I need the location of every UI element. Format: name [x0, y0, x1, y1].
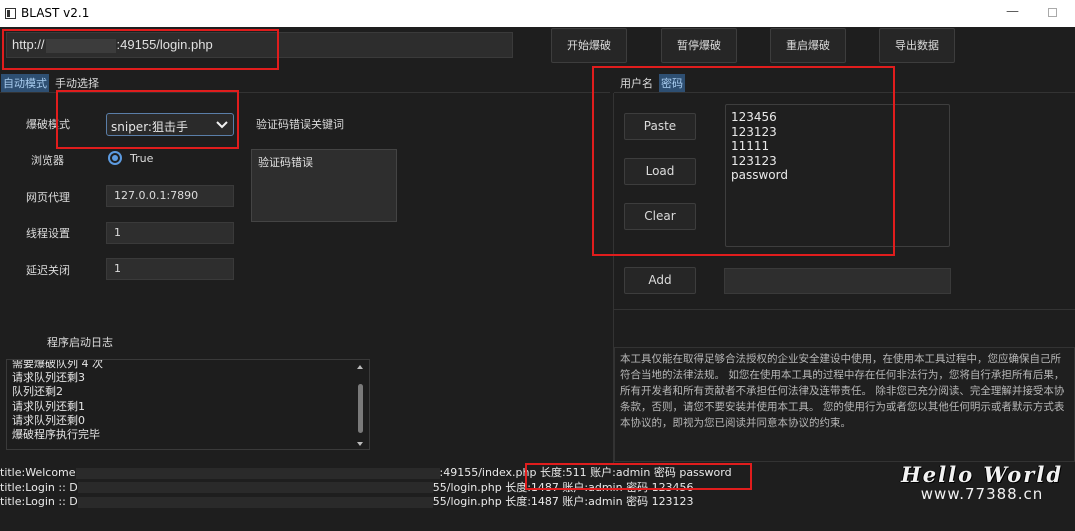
- redacted-block: [77, 482, 433, 493]
- proxy-input[interactable]: 127.0.0.1:7890: [106, 185, 234, 207]
- log-line: 请求队列还剩1: [12, 399, 85, 413]
- result-url: 55/login.php: [432, 480, 502, 494]
- log-line: 爆破程序执行完毕: [12, 428, 100, 442]
- result-url: 55/login.php: [432, 495, 502, 508]
- redacted-block: [77, 496, 433, 508]
- log-line: 请求队列还剩3: [12, 371, 85, 385]
- redacted-block: [75, 467, 440, 479]
- delay-input[interactable]: 1: [106, 258, 234, 280]
- proxy-label: 网页代理: [26, 191, 70, 204]
- result-title: title:Login :: D: [0, 480, 78, 494]
- export-button[interactable]: 导出数据: [879, 28, 955, 63]
- browser-radio[interactable]: [108, 151, 122, 165]
- log-line: 需要爆破队列 4 次: [12, 359, 103, 370]
- add-divider: [614, 309, 1075, 310]
- annotation-url-box: [2, 29, 279, 70]
- log-lines: 需要爆破队列 4 次 请求队列还剩3 队列还剩2 请求队列还剩1 请求队列还剩0…: [12, 359, 103, 442]
- threads-input[interactable]: 1: [106, 222, 234, 244]
- scroll-up-icon[interactable]: [357, 365, 363, 369]
- disclaimer-line: 所有开发者和所有贡献者不承担任何法律及连带责任。 除非您已充分阅读、完全理解并接…: [620, 385, 1065, 397]
- log-scrollbar[interactable]: [356, 365, 365, 446]
- minimize-icon[interactable]: —: [1006, 4, 1019, 19]
- threads-label: 线程设置: [26, 227, 70, 240]
- delay-label: 延迟关闭: [26, 264, 70, 277]
- browser-label: 浏览器: [31, 154, 64, 167]
- app-icon: [5, 8, 16, 19]
- disclaimer-text: 本工具仅能在取得足够合法授权的企业安全建设中使用，在使用本工具过程中，您应确保自…: [614, 347, 1075, 462]
- annotation-mode-box: [56, 90, 239, 149]
- disclaimer-line: 符合当地的法律法规。 如您在使用本工具的过程中存在任何非法行为，您将自行承担所有…: [620, 369, 1065, 381]
- tab-auto[interactable]: 自动模式: [1, 74, 49, 92]
- disclaimer-line: 本协议的，即视为您已阅读并同意本协议的约束。: [620, 417, 851, 429]
- restart-button[interactable]: 重启爆破: [770, 28, 846, 63]
- watermark-title: Hello World: [900, 462, 1064, 487]
- pause-button[interactable]: 暂停爆破: [661, 28, 737, 63]
- maximize-icon[interactable]: [1048, 8, 1057, 17]
- disclaimer-line: 条款，否则，请您不要安装并使用本工具。 您的使用行为或者您以其他任何明示或者默示…: [620, 401, 1065, 413]
- scroll-thumb[interactable]: [358, 384, 363, 433]
- title-bar: BLAST v2.1 —: [0, 0, 1075, 27]
- browser-value: True: [130, 152, 154, 165]
- result-detail: 长度:1487 账户:admin 密码 123123: [505, 495, 694, 508]
- result-row: title:Login :: D 55/login.php 长度:1487 账户:…: [0, 495, 732, 510]
- captcha-keyword-input[interactable]: 验证码错误: [251, 149, 397, 222]
- result-url: :49155/index.php: [439, 466, 537, 479]
- annotation-result-box: [525, 463, 752, 490]
- captcha-keyword-label: 验证码错误关键词: [256, 118, 344, 131]
- watermark-url: www.77388.cn: [920, 485, 1044, 503]
- log-title: 程序启动日志: [47, 336, 113, 349]
- add-password-input[interactable]: [724, 268, 951, 294]
- log-line: 请求队列还剩0: [12, 413, 85, 427]
- log-panel[interactable]: 需要爆破队列 4 次 请求队列还剩3 队列还剩2 请求队列还剩1 请求队列还剩0…: [6, 359, 370, 450]
- window-title: BLAST v2.1: [21, 6, 90, 20]
- log-line: 队列还剩2: [12, 385, 63, 399]
- scroll-down-icon[interactable]: [357, 442, 363, 446]
- annotation-password-box: [592, 66, 895, 256]
- disclaimer-line: 本工具仅能在取得足够合法授权的企业安全建设中使用，在使用本工具过程中，您应确保自…: [620, 353, 1061, 365]
- add-button[interactable]: Add: [624, 267, 696, 294]
- start-button[interactable]: 开始爆破: [551, 28, 627, 63]
- watermark: Hello World www.77388.cn: [892, 462, 1072, 503]
- result-title: title:Login :: D: [0, 495, 78, 508]
- result-title: title:Welcome: [0, 466, 76, 479]
